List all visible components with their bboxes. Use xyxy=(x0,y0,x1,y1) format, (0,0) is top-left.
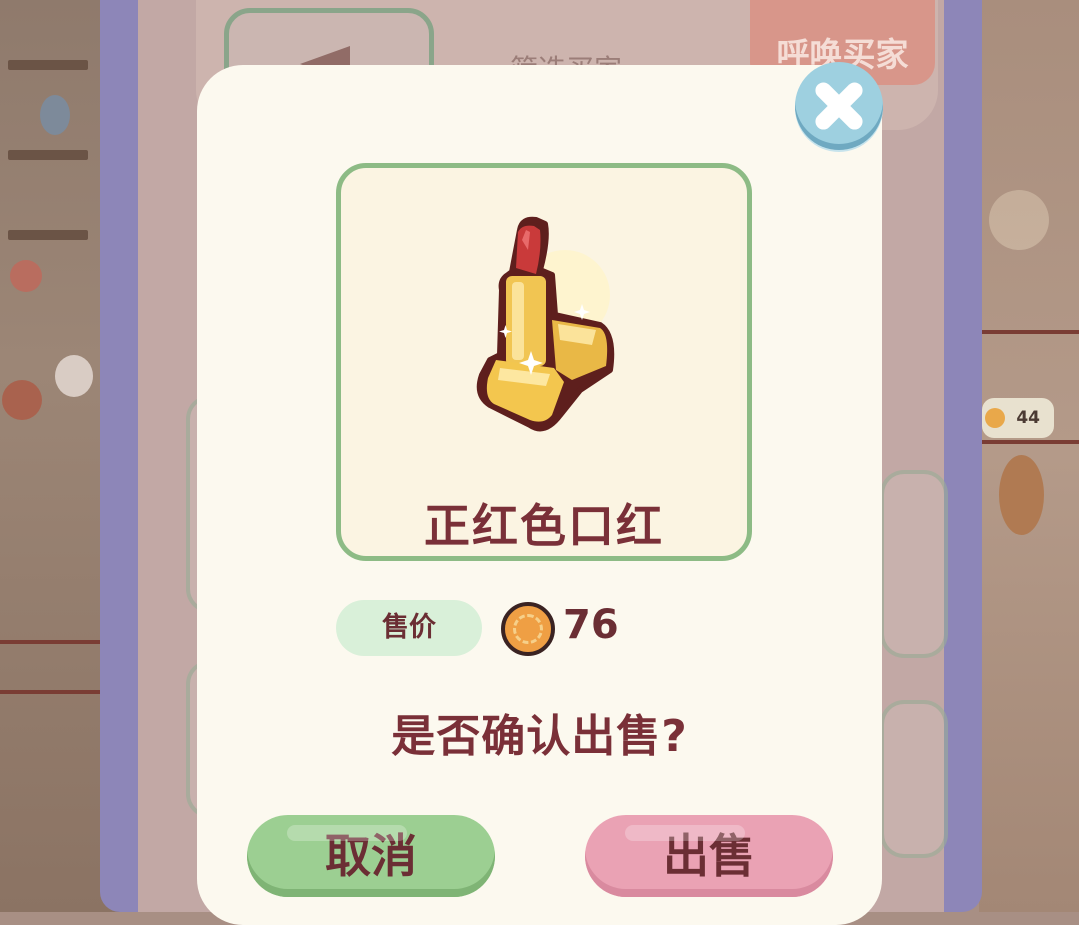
confirm-question: 是否确认出售? xyxy=(391,711,688,762)
lipstick-icon xyxy=(476,216,615,432)
item-name: 正红色口红 xyxy=(424,499,664,553)
close-icon[interactable] xyxy=(795,62,883,150)
price-value: 76 xyxy=(563,602,619,648)
shelf xyxy=(8,150,88,160)
price-label: 售价 xyxy=(336,600,482,656)
button-shine xyxy=(625,825,745,841)
background-card xyxy=(880,700,948,858)
counter-coin-icon xyxy=(985,408,1005,428)
coin-icon xyxy=(501,602,555,656)
background-card xyxy=(880,470,948,658)
decor-item xyxy=(2,380,42,420)
cancel-button[interactable]: 取消 xyxy=(247,815,495,897)
railing xyxy=(0,640,100,644)
shelf-item xyxy=(40,95,70,135)
railing xyxy=(0,690,100,694)
sell-button[interactable]: 出售 xyxy=(585,815,833,897)
shelf-item xyxy=(10,260,42,292)
railing xyxy=(979,330,1079,334)
shelf xyxy=(8,60,88,70)
shop-exterior-right xyxy=(979,0,1079,912)
gingerbread-character xyxy=(999,455,1044,535)
shelf xyxy=(8,230,88,240)
railing xyxy=(979,440,1079,444)
npc-character xyxy=(55,355,93,397)
sun-decor xyxy=(989,190,1049,250)
button-shine xyxy=(287,825,407,841)
